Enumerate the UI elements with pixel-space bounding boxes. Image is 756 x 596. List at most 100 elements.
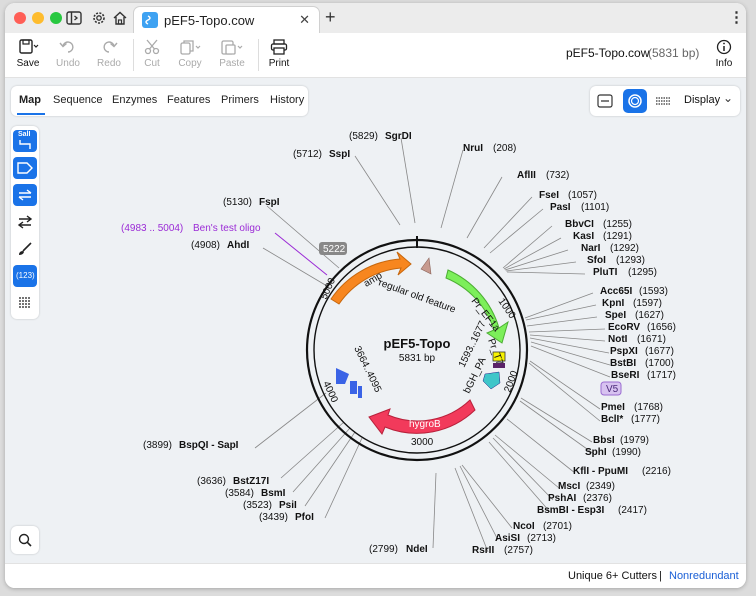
feature-block-b[interactable]	[358, 386, 362, 398]
site-name: NdeI	[406, 544, 428, 555]
display-menu-label[interactable]: Display	[684, 94, 720, 106]
sali-label: SalI	[18, 131, 31, 138]
v5-badge-label: V5	[606, 384, 619, 395]
save-button[interactable]: Save	[8, 37, 48, 75]
copy-button[interactable]: Copy	[170, 37, 210, 75]
map-side-toolbar: SalI (123)	[11, 126, 39, 319]
site-pos: (3636)	[197, 476, 226, 487]
site-pos: (3584)	[225, 488, 254, 499]
site-pos: (1777)	[631, 414, 660, 425]
status-separator: |	[659, 570, 662, 582]
scissors-icon	[144, 39, 160, 55]
sequence-view-button[interactable]	[652, 90, 674, 112]
gear-icon[interactable]	[90, 9, 108, 27]
tab-primers[interactable]: Primers	[221, 94, 259, 106]
site-name: BsmI	[261, 488, 286, 499]
cutters-filter[interactable]: Unique 6+ Cutters	[568, 570, 657, 582]
tab-history[interactable]: History	[270, 94, 304, 106]
info-button[interactable]: Info	[704, 37, 744, 75]
document-app-icon	[142, 12, 158, 28]
feature-block-a[interactable]	[350, 381, 357, 394]
close-tab-icon[interactable]: ✕	[299, 12, 310, 28]
zoom-window-button[interactable]	[50, 12, 62, 24]
feature-label-hygrob: hygroB	[409, 419, 441, 430]
feature-label-regular: regular old feature	[377, 277, 457, 315]
active-tab-underline	[17, 113, 45, 115]
site-name: PshAI	[548, 493, 577, 504]
plasmid-length: 5831 bp	[399, 353, 436, 364]
document-tab[interactable]: pEF5-Topo.cow ✕	[133, 6, 320, 34]
linear-view-button[interactable]	[594, 90, 616, 112]
site-name: AflII	[517, 170, 536, 181]
site-name: BspQI - SapI	[179, 440, 239, 451]
numbers-button[interactable]: (123)	[13, 265, 37, 287]
feature-arrow-icon	[17, 162, 33, 174]
info-icon	[716, 39, 732, 55]
list-icon	[19, 297, 31, 308]
site-pos: (1671)	[637, 334, 666, 345]
site-pos: (5829)	[349, 131, 378, 142]
brush-button[interactable]	[13, 238, 37, 260]
paste-button[interactable]: Paste	[212, 37, 252, 75]
site-pos: (1700)	[645, 358, 674, 369]
tab-features[interactable]: Features	[167, 94, 210, 106]
site-name: FspI	[259, 197, 280, 208]
circular-view-button[interactable]	[623, 89, 647, 113]
close-window-button[interactable]	[14, 12, 26, 24]
site-pos: (3899)	[143, 440, 172, 451]
tab-sequence[interactable]: Sequence	[53, 94, 103, 106]
more-menu-icon[interactable]: ⋮	[729, 8, 744, 26]
show-features-button[interactable]	[13, 157, 37, 179]
primer-arrows-icon	[18, 189, 32, 201]
site-name: AhdI	[227, 240, 249, 251]
site-pos: (1292)	[610, 243, 639, 254]
site-name: BseRI	[611, 370, 640, 381]
minimize-window-button[interactable]	[32, 12, 44, 24]
redundancy-mode-link[interactable]: Nonredundant	[669, 570, 739, 582]
oligo-name[interactable]: Ben's test oligo	[193, 223, 261, 234]
site-pos: (3439)	[259, 512, 288, 523]
print-button[interactable]: Print	[259, 37, 299, 75]
site-name: BstBI	[610, 358, 636, 369]
site-pos: (1593)	[639, 286, 668, 297]
undo-button[interactable]: Undo	[48, 37, 88, 75]
site-name: NruI	[463, 143, 483, 154]
site-name: PfoI	[295, 512, 314, 523]
home-icon[interactable]	[111, 9, 129, 27]
site-name: BclI*	[601, 414, 623, 425]
feature-3664-4095[interactable]	[336, 368, 349, 384]
sidebar-toggle-icon[interactable]	[65, 9, 83, 27]
swap-strand-button[interactable]	[13, 211, 37, 233]
paintbrush-icon	[19, 242, 32, 255]
site-pos: (1979)	[620, 435, 649, 446]
map-view: 1000 2000 3000 4000 5000 Pr_EF1a Pr_T7 b…	[5, 78, 746, 563]
copy-label: Copy	[178, 58, 202, 69]
redo-button[interactable]: Redo	[89, 37, 129, 75]
position-marker-label: 5222	[323, 244, 346, 255]
site-name: FseI	[539, 190, 559, 201]
tick-3000: 3000	[411, 437, 434, 448]
new-tab-icon[interactable]: +	[325, 7, 336, 28]
site-pos: (1295)	[628, 267, 657, 278]
feature-bgh-pa[interactable]	[482, 371, 501, 390]
save-icon	[19, 39, 39, 54]
site-pos: (1291)	[603, 231, 632, 242]
show-enzymes-button[interactable]: SalI	[13, 130, 37, 152]
circular-map-icon	[628, 94, 642, 108]
feature-regular[interactable]	[420, 257, 432, 275]
tab-map[interactable]: Map	[19, 94, 41, 106]
site-name: PluTI	[593, 267, 618, 278]
list-view-button[interactable]	[13, 292, 37, 314]
site-pos: (1057)	[568, 190, 597, 201]
numbers-label: (123)	[16, 271, 35, 280]
site-pos: (732)	[546, 170, 569, 181]
view-tabs: Map Sequence Enzymes Features Primers Hi…	[11, 86, 308, 116]
cut-button[interactable]: Cut	[132, 37, 172, 75]
site-pos: (1990)	[612, 447, 641, 458]
chevron-down-icon[interactable]: ⌄	[723, 91, 733, 105]
oligo-pos: (4983 .. 5004)	[121, 223, 183, 234]
tab-enzymes[interactable]: Enzymes	[112, 94, 157, 106]
search-button[interactable]	[11, 526, 39, 554]
plasmid-map[interactable]: 1000 2000 3000 4000 5000 Pr_EF1a Pr_T7 b…	[5, 78, 746, 563]
show-primers-button[interactable]	[13, 184, 37, 206]
